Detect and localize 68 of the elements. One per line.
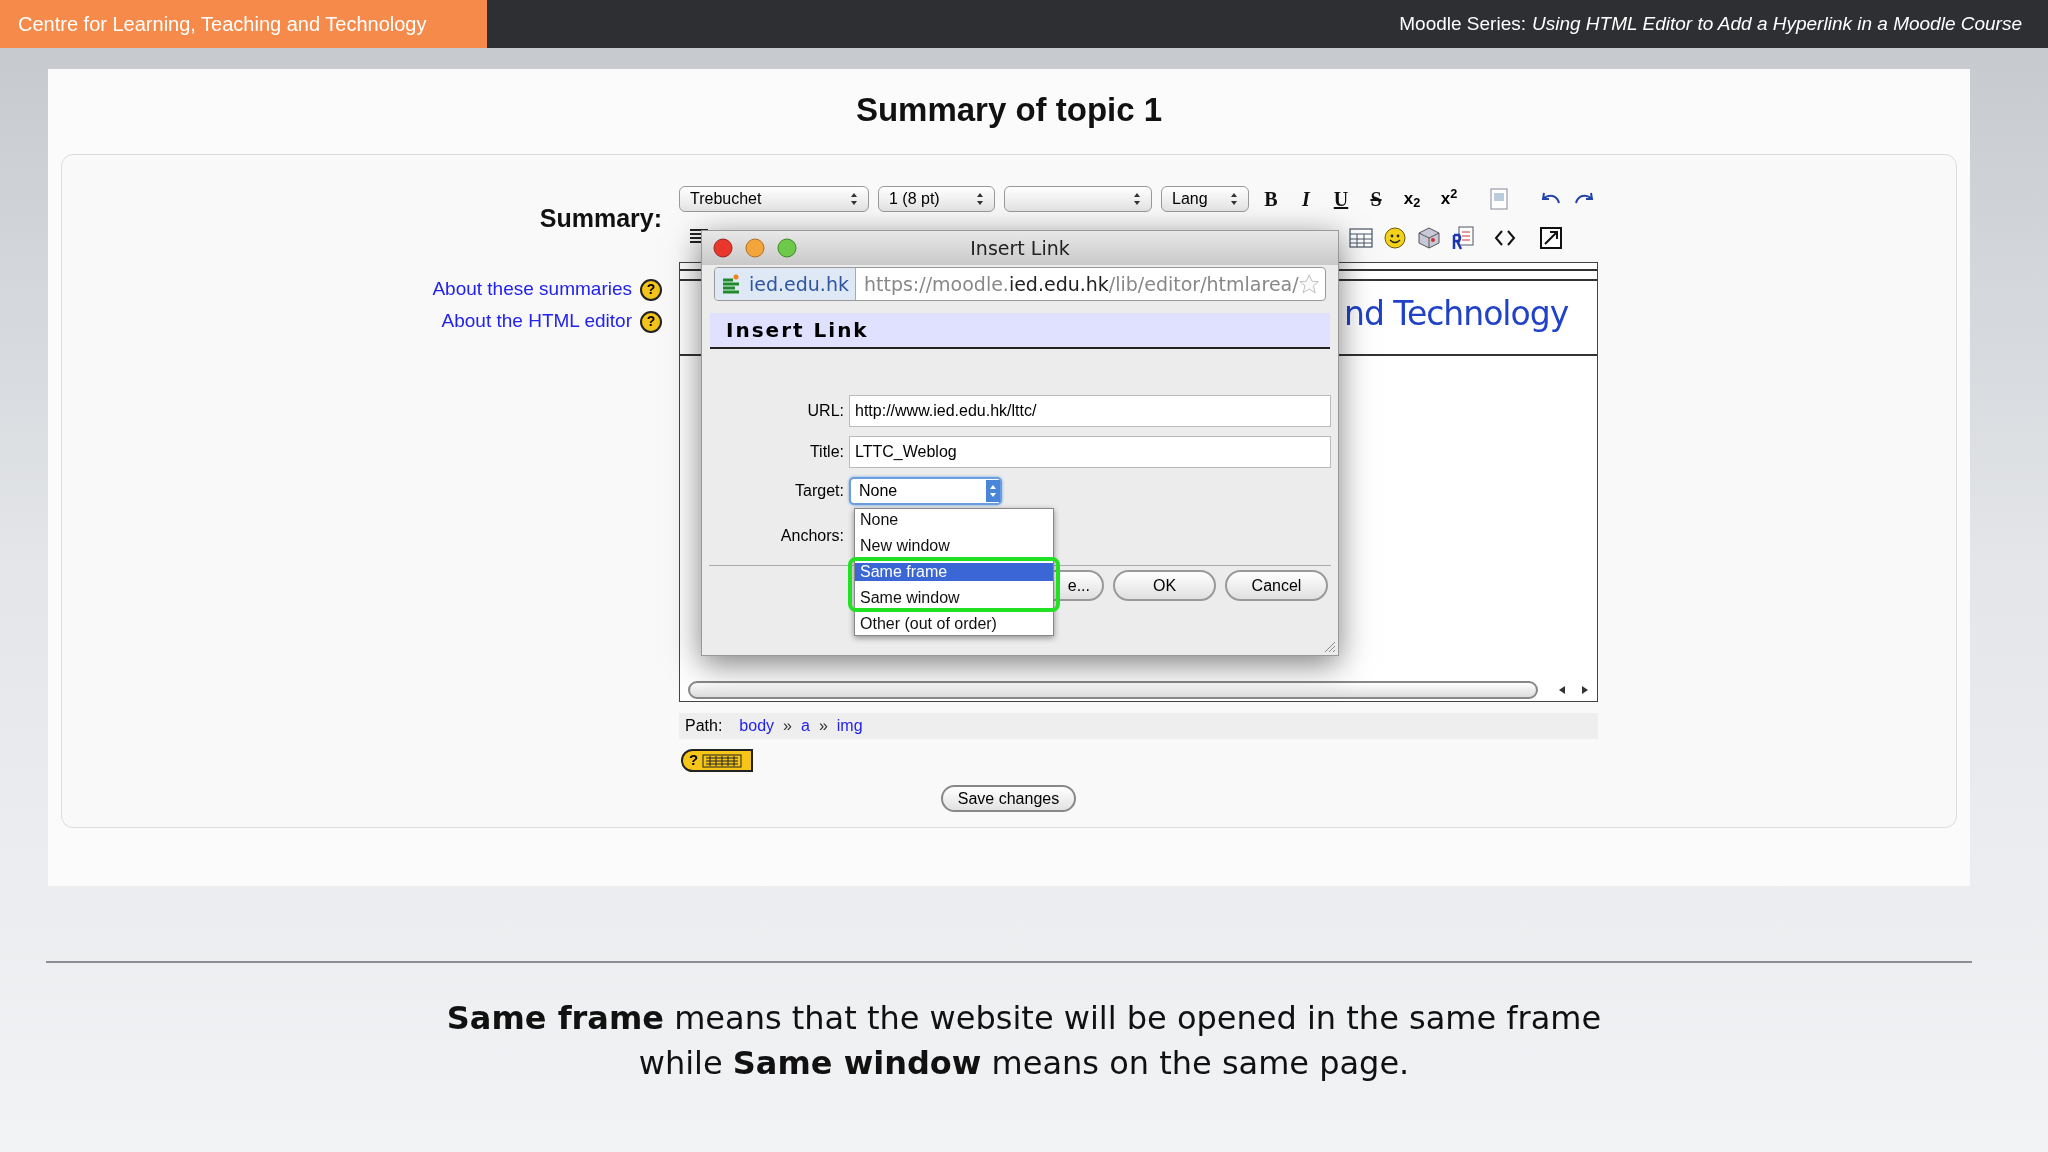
path-separator: » xyxy=(818,716,828,736)
path-label: Path: xyxy=(685,716,723,736)
smiley-icon[interactable] xyxy=(1383,226,1407,250)
summary-label: Summary: xyxy=(539,203,662,234)
site-logo-icon xyxy=(721,274,741,294)
help-link[interactable]: About these summaries xyxy=(432,275,632,304)
path-link[interactable]: a xyxy=(800,714,810,738)
table-icon[interactable] xyxy=(1349,227,1373,249)
format-button[interactable]: I xyxy=(1293,184,1319,214)
site-badge: ied.edu.hk xyxy=(715,268,856,300)
resize-grip-icon[interactable] xyxy=(1322,639,1336,653)
dialog-button[interactable]: Cancel xyxy=(1225,570,1328,601)
format-button[interactable]: B xyxy=(1258,184,1284,214)
maximize-icon[interactable] xyxy=(777,238,797,258)
keyboard-help-button[interactable]: ? xyxy=(681,749,753,772)
field-label: URL: xyxy=(806,401,845,421)
series-title: Using HTML Editor to Add a Hyperlink in a Moodle Course xyxy=(1532,11,2022,36)
save-changes-button[interactable]: Save changes xyxy=(941,785,1076,812)
help-icon[interactable]: ? xyxy=(640,310,662,333)
script-button[interactable]: x$^{2}$ xyxy=(1435,186,1463,212)
format-button[interactable]: U xyxy=(1328,184,1354,214)
content-text: nd Technology xyxy=(1344,293,1569,335)
path-link[interactable]: img xyxy=(836,714,863,738)
dialog-heading: Insert Link xyxy=(710,313,1330,349)
dropdown-option[interactable]: Other (out of order) xyxy=(855,615,1053,633)
dropdown-select[interactable]: Lang xyxy=(1161,186,1249,212)
star-icon[interactable] xyxy=(1298,273,1319,295)
dropdown-option[interactable]: None xyxy=(855,511,1053,529)
updown-arrows-icon xyxy=(986,480,1000,502)
field-label: Anchors: xyxy=(779,526,845,546)
updown-arrows-icon xyxy=(850,192,858,206)
caption-text: while Same window means on the same page. xyxy=(638,1043,1410,1084)
dropdown-option[interactable]: Same frame xyxy=(855,563,1053,581)
dropdown-option[interactable]: New window xyxy=(855,537,1053,555)
address-text: https://moodle.ied.edu.hk/lib/editor/htmlarea/ xyxy=(862,271,1299,297)
dialog-button[interactable]: e... xyxy=(1054,570,1104,601)
keyboard-icon xyxy=(702,753,743,768)
dropdown-select[interactable]: Trebuchet xyxy=(679,186,869,212)
target-select[interactable]: None xyxy=(849,477,1002,505)
script-button[interactable]: x$_{2}$ xyxy=(1398,186,1426,212)
organization-name: Centre for Learning, Teaching and Technology xyxy=(0,0,487,48)
format-button[interactable]: S xyxy=(1363,184,1389,214)
cube-icon[interactable] xyxy=(1417,226,1441,250)
code-icon[interactable] xyxy=(1494,229,1516,247)
updown-arrows-icon xyxy=(1133,192,1141,206)
path-link[interactable]: body xyxy=(739,714,775,738)
align-left-icon[interactable] xyxy=(689,228,709,246)
minimize-icon[interactable] xyxy=(745,238,765,258)
help-icon[interactable]: ? xyxy=(640,278,662,301)
field-label: Target: xyxy=(794,481,845,501)
path-separator: » xyxy=(783,716,792,736)
document-icon[interactable] xyxy=(1451,225,1475,251)
text-field[interactable]: http://www.ied.edu.hk/lttc/ xyxy=(849,395,1331,427)
help-link[interactable]: About the HTML editor xyxy=(441,307,632,336)
series-label: Moodle Series: xyxy=(1399,11,1526,36)
field-label: Title: xyxy=(808,442,845,462)
dialog-title: Insert Link xyxy=(970,235,1070,261)
caption-text: Same frame means that the website will be opened in the same frame xyxy=(446,998,1602,1039)
text-field[interactable]: LTTC_Weblog xyxy=(849,436,1331,468)
horizontal-scrollbar[interactable] xyxy=(688,681,1538,699)
updown-arrows-icon xyxy=(1230,192,1238,206)
dropdown-select[interactable]: 1 (8 pt) xyxy=(878,186,995,212)
updown-arrows-icon xyxy=(976,192,984,206)
close-icon[interactable] xyxy=(713,238,733,258)
dialog-button[interactable]: OK xyxy=(1113,570,1216,601)
dropdown-option[interactable]: Same window xyxy=(855,589,1053,607)
dropdown-select[interactable] xyxy=(1004,186,1152,212)
fullscreen-icon[interactable] xyxy=(1539,226,1563,250)
